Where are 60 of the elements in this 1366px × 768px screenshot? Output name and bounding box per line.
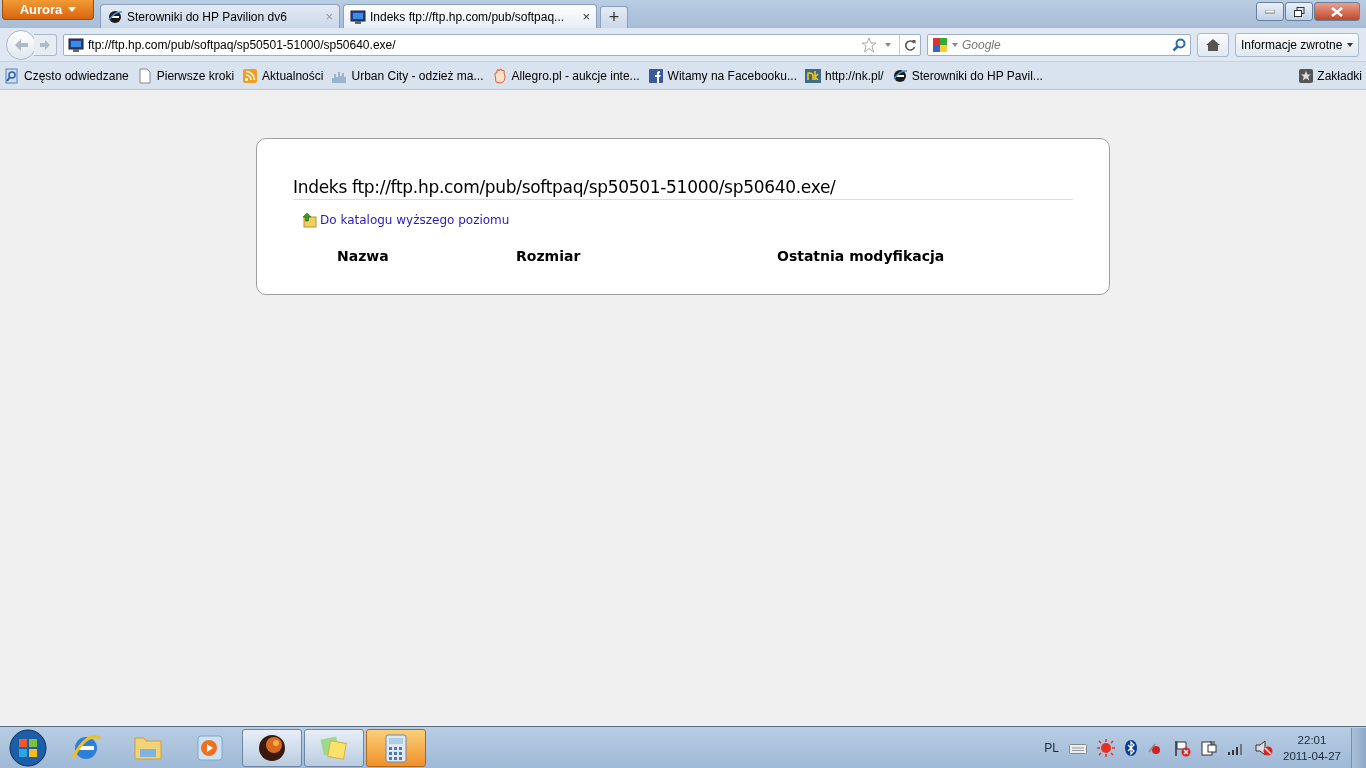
hand-icon <box>491 67 508 84</box>
close-icon <box>1331 6 1343 17</box>
keyboard-icon[interactable] <box>1069 741 1087 754</box>
home-icon <box>1205 37 1221 52</box>
caret-icon <box>952 42 958 47</box>
nk-logo-icon <box>804 67 821 84</box>
bookmark-link[interactable]: Aktualności <box>242 67 324 84</box>
search-icon[interactable] <box>1172 37 1186 52</box>
f-logo-icon <box>647 67 664 84</box>
restore-button[interactable] <box>1285 2 1313 21</box>
star-icon <box>1299 68 1314 83</box>
show-desktop-button[interactable] <box>1351 727 1366 768</box>
monitor-icon <box>68 36 84 53</box>
sun-icon[interactable] <box>1097 738 1115 757</box>
parent-directory-link[interactable]: Do katalogu wyższego poziomu <box>320 213 510 227</box>
search-page-icon <box>4 67 20 84</box>
feedback-button[interactable]: Informacje zwrotne <box>1235 32 1360 57</box>
reload-icon <box>904 38 916 51</box>
page-heading: Indeks ftp://ftp.hp.com/pub/softpaq/sp50501-51000/sp50640.exe/ <box>293 177 1073 200</box>
caret-icon <box>68 7 77 12</box>
browser-tab[interactable]: Sterowniki do HP Pavilion dv6 × <box>100 4 340 28</box>
column-header: Nazwa <box>337 248 390 264</box>
column-header: Rozmiar <box>516 248 582 264</box>
bookmark-link[interactable]: Urban City - odzież ma... <box>331 67 484 84</box>
browser-tab[interactable]: Indeks ftp://ftp.hp.com/pub/softpaq... × <box>343 4 597 28</box>
start-button[interactable] <box>8 727 48 768</box>
star-icon[interactable] <box>861 36 877 53</box>
taskbar-button[interactable] <box>242 728 302 767</box>
bluetooth-icon[interactable] <box>1125 739 1137 756</box>
monitor-icon <box>350 8 366 25</box>
bookmarks-menu[interactable]: Zakładki <box>1299 68 1362 83</box>
clock[interactable]: 22:01 2011-04-27 <box>1283 731 1341 764</box>
address-bar[interactable]: ftp://ftp.hp.com/pub/softpaq/sp50501-51000/sp50640.exe/ <box>63 33 921 56</box>
e-logo-icon <box>107 8 123 25</box>
folder-up-icon <box>301 212 317 228</box>
close-button[interactable] <box>1314 2 1360 21</box>
forward-arrow-icon <box>39 38 51 51</box>
bookmark-link[interactable]: Pierwsze kroki <box>136 67 235 84</box>
restore-icon <box>1293 6 1305 17</box>
page-icon <box>136 67 153 84</box>
rss-icon <box>242 67 259 84</box>
minimize-icon <box>1265 9 1275 14</box>
new-tab-button[interactable]: + <box>600 6 628 28</box>
bookmark-link[interactable]: Witamy na Facebooku... <box>647 67 797 84</box>
e-logo-icon <box>891 67 908 84</box>
bookmark-link[interactable]: Sterowniki do HP Pavil... <box>891 67 1043 84</box>
caret-icon[interactable] <box>885 42 891 47</box>
language-indicator[interactable]: PL <box>1044 740 1059 755</box>
bookmark-link[interactable]: http://nk.pl/ <box>804 67 884 84</box>
speaker-muted-icon[interactable] <box>1255 738 1273 757</box>
bookmark-link[interactable]: Często odwiedzane <box>4 67 129 84</box>
bookmark-link[interactable]: Allegro.pl - aukcje inte... <box>491 67 640 84</box>
column-header: Ostatnia modyfikacja <box>777 248 945 264</box>
flag-error-icon[interactable] <box>1173 738 1191 757</box>
minimize-button[interactable] <box>1256 2 1284 21</box>
search-engine-icon[interactable] <box>932 36 948 53</box>
search-bar[interactable]: Google <box>927 33 1191 56</box>
close-icon[interactable]: × <box>582 9 590 24</box>
home-button[interactable] <box>1197 32 1229 57</box>
back-arrow-icon <box>13 37 29 52</box>
